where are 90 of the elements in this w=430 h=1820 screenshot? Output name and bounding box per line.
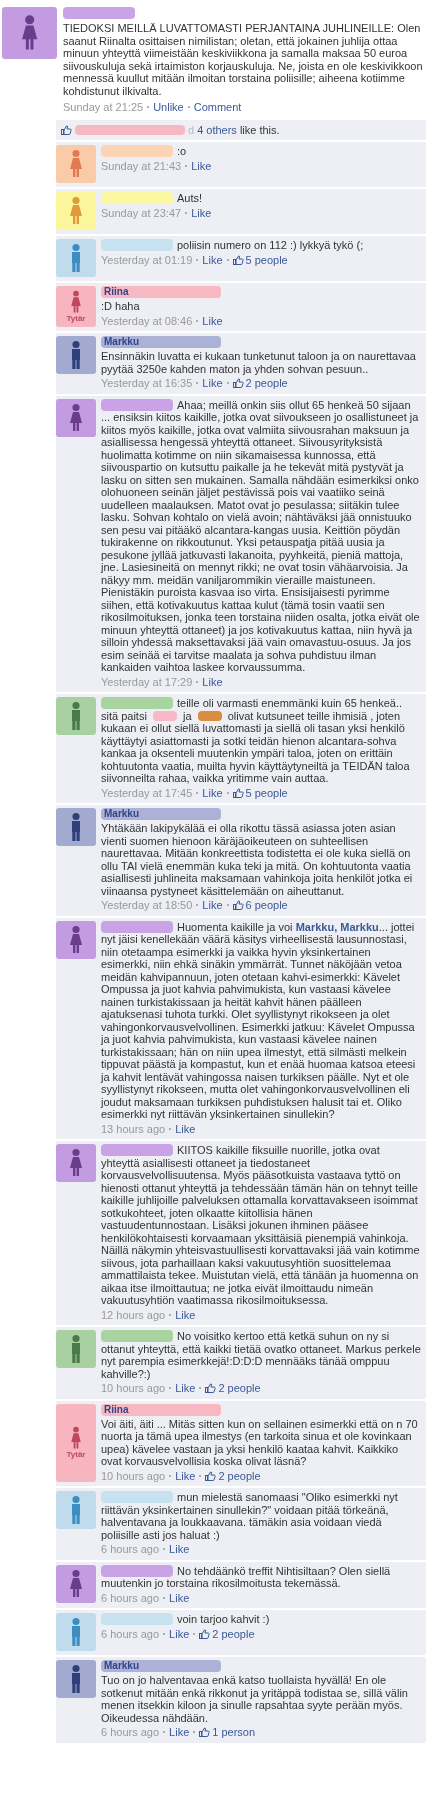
timestamp: Sunday at 23:47 xyxy=(101,206,182,219)
timestamp: 10 hours ago xyxy=(101,1469,166,1482)
action-link[interactable]: Like xyxy=(202,314,223,327)
comment-text: voin tarjoo kahvit :) xyxy=(176,1613,271,1626)
action-link[interactable]: Like xyxy=(202,675,223,688)
comment-text: KIITOS kaikille fiksuille nuorille, jotka ovat yhteyttä asiallisesti ottaneet ja tiedostaneet korvausvelvollisuutensa. Myös pääsotkuista vastaava tyttö on hienosti ottanut yhteyttä ja tehdessään tämän hän on tehnyt teille kaikille juhlijoille palveluksen ottamalla korvattavakseen isoimmat sotkukohteet, joten olkaatte kiitollisia hänen vastuudentunnostaan. Lisäksi jokunen ihminen pääsee henkilökohtaisesti korvaamaan yksittäisiä pienempiä vahinkoja. Näillä näkymin yhteisvastuullisesti korvattavaksi jää vain kotimme siivous, jota parhaillaan kaksi vakuutusyhtiön suosittelemaa ammattilaista tekee. Muistutan vielä, että tänään ja huomenna on aikaa itse ilmoittautua; ne jotka eivät ilmoittaudu nimeän vakuutusyhtiön vaatimassa rikosilmoituksessa. xyxy=(101,1144,421,1307)
avatar[interactable] xyxy=(56,697,96,735)
like-text: like this. xyxy=(239,123,280,136)
likes-link[interactable]: 5 people xyxy=(232,786,288,799)
timestamp: Sunday at 21:25 xyxy=(63,101,144,114)
action-link[interactable]: Like xyxy=(169,1726,190,1739)
comment-text: Ahaa; meillä onkin siis ollut 65 henkeä 50 sijaan ... ensiksin kiitos kaikille, jotka ovat siivoukseen jo osallistuneet ja kiitos myös kaikille, jotka ovat valmiita siivousrahan maksuun ja asiallisessa hengessä yhteyttä ottaneet. Siivousyrityksistä huolimatta kotimme on niin sikamaisessa kunnossa, että siivouspartio on kutsuttu paikalle ja he tekevät mitä pystyvät ja lasku on sitten sen mukainen. Samalla nähdään esimerkiksi onko olohuoneen seinän jäljet pestävissä pois vai vaatiiko seinä uudelleen maalauksen. Matot ovat jo pesulassa; siitäkin tulee lasku. Sohvan kohtalo on vielä avoin; nähtäväksi jää onnistuuko sen pesu vai pitääkö alcantara-kangas uusia. Keittiön pöydän tukirakenne on rikkoutunut. Yksi petauspatja pitää uusia ja pesukone jyllää jatkuvasti lakanoita, pyyhkeitä, pieniä mattoja, jne. Lasiesineitä on mennyt rikki; ne ovat tosin vähäarvoisia. Ja näkyy mm. meidän vaniljarommikin vieraille maistuneen. Pienistäkin puroista kasvaa iso virta. Ensisijaisesti pyrimme siihen, että kotivakuutus kattaa kulut (tämä tosin vaatii sen rikosilmoituksen, jonka teen torstaina niiden osalta, jotka eivät ole minuun yhteyttä ottaneet) ja jos kotivakuutus kattaa, niin hyvä ja silloin yhdessä maksettavaksi jää vain omavastuu-osuus. Ja jos esim seinää ei tarvitse maalata ja sohva puhdistuu ilman kankaiden vaihtoa laskee korvaussumma. xyxy=(101,398,421,674)
action-link[interactable]: Like xyxy=(175,1382,196,1395)
timestamp: 10 hours ago xyxy=(101,1382,166,1395)
author-name[interactable]: Markku xyxy=(101,808,221,820)
action-link[interactable]: Like xyxy=(169,1627,190,1640)
post-text: TIEDOKSI MEILLÄ LUVATTOMASTI PERJANTAINA JUHLINEILLE: Olen saanut Riinalta osittaisen nimilistan; oletan, että jokainen juhlija ottaa minuun yhteyttä viimeistään keskiviikkona ja samalla maksaa 50 euroa siivouskuluja sekä irtaimiston korjauskuluja. Ne, joista en ole keskivikkoon mennessä kuullut mitään ilmoitan torstaina poliisille; aiheena kotiimme kohdistunut ilkivalta. xyxy=(63,22,424,97)
comment-text: Auts! xyxy=(176,192,204,205)
avatar[interactable] xyxy=(56,1330,96,1368)
timestamp: Yesterday at 17:45 xyxy=(101,786,193,799)
comment-text: Tuo on jo halventavaa enkä katso tuollaista hyvällä! En ole sotkenut mitään enkä rikkonut ja yritäppä todistaa se, sillä välin menen itsekkin kiloon ja sinulle rapsahtaa syyte perään myös. Oikeudessa nähdään. xyxy=(101,1674,409,1724)
others-link[interactable]: 4 others xyxy=(197,123,237,136)
timestamp: 6 hours ago xyxy=(101,1627,160,1640)
timestamp: 12 hours ago xyxy=(101,1308,166,1321)
comment-text: poliisin numero on 112 :) lykkyä tykö (; xyxy=(176,239,365,252)
comment-text: :D haha xyxy=(101,300,141,313)
avatar[interactable] xyxy=(56,336,96,374)
timestamp: Yesterday at 08:46 xyxy=(101,314,193,327)
timestamp: Yesterday at 01:19 xyxy=(101,253,193,266)
comment-text: Yhtäkään lakipykälää ei olla rikottu tässä asiassa joten asian vienti suomen hienoon käräjäoikeuteen on suhteellisen naurettavaa. Mitään konkreettista todistetta ei ole kuka siellä on ollu TAI vielä enemmän kuka teki ja mitä. On kohtuutonta vaatia asiallisesti juhlineita maksamaan vahinkoja joita henkilöt jotka ei viinaansa pystyneet käsittelemään on aiheuttanut. xyxy=(101,822,414,897)
likes-link[interactable]: 1 person xyxy=(199,1726,256,1739)
action-link[interactable]: Like xyxy=(191,159,212,172)
person-icon xyxy=(68,289,84,314)
comment-text: No tehdäänkö treffit Nihtisiltaan? Olen siellä muutenkin jo torstaina rikosilmoitusta tekemässä. xyxy=(101,1564,392,1590)
comment-text: :o xyxy=(176,145,188,158)
like-icon xyxy=(232,900,244,911)
comment-text: No voisitko kertoo että ketkä suhun on ny si ottanut yhteyttä, että kaikki tietää ovatko ottaneet. Markus perkele nyt parempia esimerkkejä!:D:D:D mennääks tänää omppuu kahville?:) xyxy=(101,1330,421,1380)
avatar[interactable] xyxy=(56,808,96,846)
likes-link[interactable]: 6 people xyxy=(232,899,288,912)
action-link[interactable]: Like xyxy=(169,1591,190,1604)
likes-link[interactable]: 2 people xyxy=(205,1382,261,1395)
action-link[interactable]: Unlike xyxy=(153,101,184,114)
timestamp: Yesterday at 18:50 xyxy=(101,899,193,912)
avatar[interactable] xyxy=(56,398,96,437)
action-link[interactable]: Comment xyxy=(193,101,242,114)
like-icon xyxy=(205,1470,217,1481)
author-name[interactable]: Markku xyxy=(101,1660,221,1672)
person-icon xyxy=(68,1425,84,1450)
action-link[interactable]: Like xyxy=(191,206,212,219)
comment-text: Ensinnäkin luvatta ei kukaan tunketunut taloon ja on naurettavaa pyytää 3250e kahden maton ja yhden sohvan pesuun.. xyxy=(101,350,417,375)
avatar[interactable] xyxy=(56,1144,96,1182)
action-link[interactable]: Like xyxy=(202,253,223,266)
comment-text: teille oli varmasti enemmänki kuin 65 henkeä.. sitä paitsi ja olivat kutsuneet teille ihmisiä , joten kukaan ei ollut siellä luvattomasti ja siellä oli tasan yksi henkilö käyttäytyi asiattomasti ja sotki teidän hienon alcantara-sohva kankaa ja oksenteli muutenkin ympäri taloa, joten on erittäin kohtuutonta vaatia, muilta hyvin käyttäytyneiltä ja TEIDÄN taloa siivonneilta rahaa, vaikka yritimme vain auttaa. xyxy=(101,697,411,785)
like-icon xyxy=(199,1727,211,1738)
like-icon xyxy=(232,787,244,798)
action-link[interactable]: Like xyxy=(202,899,223,912)
action-link[interactable]: Like xyxy=(175,1122,196,1135)
avatar[interactable] xyxy=(56,1660,96,1698)
comment-text: Voi äiti, äiti ... Mitäs sitten kun on sellainen esimerkki että on n 70 nuorta ja tämä upea ilmestys (en tarkoita sinua et ole kovinkaan upea) kävelee vastaan ja yksi henkilö kaataa kahvit. Kaikkiko ovat korvausvelvollisia koska olivat läsnä? xyxy=(101,1417,419,1468)
likes-link[interactable]: 2 people xyxy=(199,1627,255,1640)
author-name[interactable]: Markku xyxy=(101,336,221,348)
action-link[interactable]: Like xyxy=(169,1543,190,1556)
action-link[interactable]: Like xyxy=(202,377,223,390)
timestamp: Yesterday at 16:35 xyxy=(101,377,193,390)
action-link[interactable]: Like xyxy=(175,1469,196,1482)
action-link[interactable]: Like xyxy=(175,1308,196,1321)
like-icon xyxy=(61,124,72,135)
comment-text: mun mielestä sanomaasi "Oliko esimerkki nyt riittävän yksinkertainen sinullekin?" voidaan pitää törkeänä, halventavana ja loukkaavana. tämäkin asia voidaan viedä poliisille asti jos haluat :) xyxy=(101,1491,399,1541)
timestamp: Yesterday at 17:29 xyxy=(101,675,193,688)
likes-link[interactable]: 2 people xyxy=(205,1469,261,1482)
like-icon xyxy=(232,378,244,389)
timestamp: 13 hours ago xyxy=(101,1122,166,1135)
like-icon xyxy=(199,1628,211,1639)
avatar-tag: Tytär xyxy=(66,313,86,323)
avatar[interactable] xyxy=(56,920,96,959)
timestamp: Sunday at 21:43 xyxy=(101,159,182,172)
avatar[interactable] xyxy=(2,7,57,59)
likes-link[interactable]: 5 people xyxy=(232,253,288,266)
timestamp: 6 hours ago xyxy=(101,1726,160,1739)
like-icon xyxy=(205,1383,217,1394)
timestamp: 6 hours ago xyxy=(101,1543,160,1556)
timestamp: 6 hours ago xyxy=(101,1591,160,1604)
avatar-tag: Tytär xyxy=(66,1449,86,1459)
like-icon xyxy=(232,254,244,265)
author-name[interactable]: Riina xyxy=(101,286,221,298)
author-name[interactable]: Riina xyxy=(101,1403,221,1416)
avatar[interactable] xyxy=(56,1564,96,1603)
action-link[interactable]: Like xyxy=(202,786,223,799)
comment-text: Huomenta kaikille ja voi Markku, Markku... jottei nyt jäisi kenellekään väärä käsitys virheellisestä lausunnostasi, niin otetaampa esimerkki ja vaikka hyvin yksinkertainen esimerkki, niin ehkä sinäkin ymmärrät. Tunnet näköjään vetoa meidän kahvipannuun, joten otetaan kahvi-esimerkki: Kävelet Ompussa ja juot kahvia pahvimukista, kun vastaasi kävelee nainen turkistakissaan ja heität kahvit hänen päälleen ajatuksenasi tuhota turkki. Olet syyllistynyt rikokseen ja olet vahingonkorvausvelvollinen. Esimerkki jatkuu: Kävelet Ompussa ja juot kahvia pahvimukista, kun vastaasi kävelee nainen turkistakissaan; hän on niin upea ilmestyt, että silmästi melkein tippuvat päästä ja kompastut, kun et enää huomaa katsoa eteesi ja kahvit lentävät vahingossa naisen turkiksen päälle. Nyt et ole syyllistynyt rikokseen, mutta olet vahingonkorvausvelvollinen eli joudut maksamaan turkiksen puhdistuksen halusit tai et. Oliko esimerkki nyt riittävän yksinkertainen sinullekin? xyxy=(101,920,417,1121)
likes-link[interactable]: 2 people xyxy=(232,377,288,390)
